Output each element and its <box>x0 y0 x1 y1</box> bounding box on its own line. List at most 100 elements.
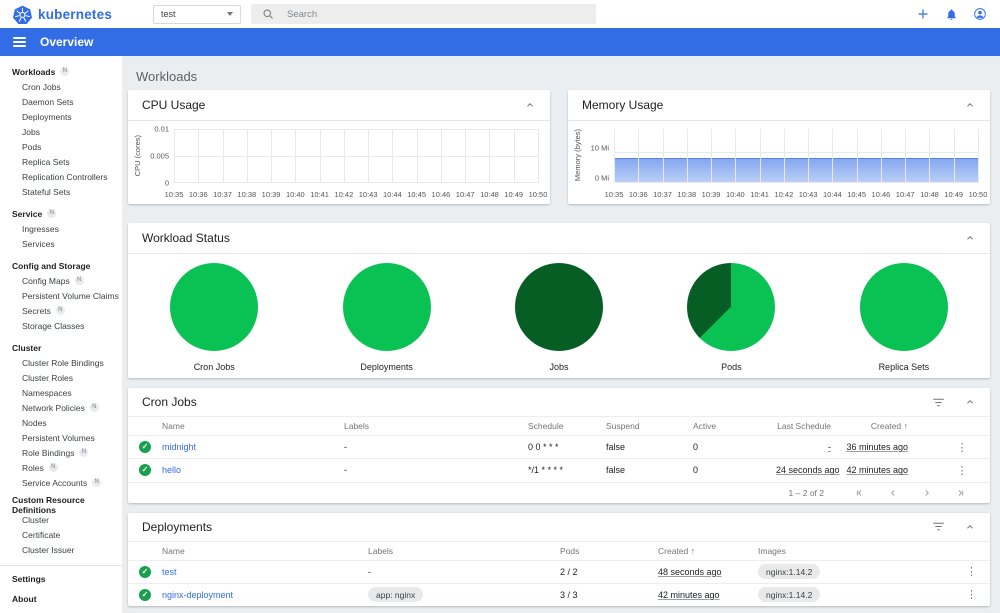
sidebar-item-namespaces[interactable]: Namespaces <box>0 385 122 400</box>
chevron-right-icon[interactable] <box>922 488 932 498</box>
deployments-card: Deployments Name Labels Pods Created ↑ I… <box>128 512 990 606</box>
column-header-suspend[interactable]: Suspend <box>606 416 693 436</box>
item-label: Daemon Sets <box>22 96 74 107</box>
column-header-created[interactable]: Created <box>658 540 758 560</box>
schedule-cell: 0 0 * * * <box>528 435 606 459</box>
sidebar-item-pods[interactable]: Pods <box>0 139 122 154</box>
resource-link[interactable]: test <box>162 567 177 577</box>
sidebar-item-cron-jobs[interactable]: Cron Jobs <box>0 79 122 94</box>
column-header-name[interactable]: Name <box>162 416 344 436</box>
chevron-up-icon[interactable] <box>522 97 538 113</box>
create-plus-icon[interactable] <box>916 7 930 21</box>
item-label: Namespaces <box>22 387 72 398</box>
first-page-icon[interactable] <box>854 488 864 498</box>
sidebar-item-ingresses[interactable]: Ingresses <box>0 221 122 236</box>
column-header-name[interactable]: Name <box>162 540 368 560</box>
item-label: Network Policies <box>22 402 85 413</box>
sort-arrow-up-icon <box>691 546 696 556</box>
hamburger-menu-icon[interactable] <box>13 37 26 47</box>
vertical-dots-icon[interactable]: ⋮ <box>934 458 990 482</box>
sidebar-item-config-maps[interactable]: Config Maps N <box>0 273 122 288</box>
last-page-icon[interactable] <box>956 488 966 498</box>
sidebar-item-role-bindings[interactable]: Role Bindings N <box>0 445 122 460</box>
column-header-active[interactable]: Active <box>693 416 776 436</box>
column-header-labels[interactable]: Labels <box>344 416 528 436</box>
sidebar-item-crd-certificate[interactable]: Certificate <box>0 527 122 542</box>
chevron-up-icon[interactable] <box>962 519 978 535</box>
brand[interactable]: kubernetes <box>0 5 112 24</box>
pods-pie-chart <box>687 263 776 351</box>
item-label: Ingresses <box>22 223 59 234</box>
last-schedule-cell: 24 seconds ago <box>776 465 840 476</box>
sidebar-item-roles[interactable]: Roles N <box>0 460 122 475</box>
chevron-left-icon[interactable] <box>888 488 898 498</box>
namespace-selector[interactable]: test <box>153 4 242 24</box>
sidebar-item-cluster-roles[interactable]: Cluster Roles <box>0 370 122 385</box>
namespaced-badge: N <box>55 306 65 315</box>
column-header-label: Created <box>658 545 689 556</box>
column-header-pods[interactable]: Pods <box>560 540 658 560</box>
replica-sets-pie-chart <box>859 263 948 351</box>
deployment-row-nginx-deployment[interactable]: nginx-deployment app: nginx 3 / 3 42 min… <box>128 582 990 606</box>
cron-job-row-hello[interactable]: hello - */1 * * * * false 0 24 seconds a… <box>128 458 990 482</box>
sidebar-item-replication-controllers[interactable]: Replication Controllers <box>0 169 122 184</box>
column-header-labels[interactable]: Labels <box>368 540 560 560</box>
section-label: Service <box>12 208 43 219</box>
chevron-up-icon[interactable] <box>962 97 978 113</box>
namespace-value: test <box>161 9 176 19</box>
sidebar-item-service-accounts[interactable]: Service Accounts N <box>0 475 122 490</box>
filter-list-icon[interactable] <box>929 518 948 535</box>
sidebar-item-persistent-volume-claims[interactable]: Persistent Volume ClaimsN <box>0 288 122 303</box>
resource-link[interactable]: midnight <box>162 442 196 452</box>
sidebar-item-cluster-role-bindings[interactable]: Cluster Role Bindings <box>0 355 122 370</box>
sidebar-item-services[interactable]: Services <box>0 236 122 251</box>
sidebar-item-jobs[interactable]: Jobs <box>0 124 122 139</box>
sidebar-item-nodes[interactable]: Nodes <box>0 415 122 430</box>
deployment-row-test[interactable]: test - 2 / 2 48 seconds ago nginx:1.14.2… <box>128 559 990 583</box>
section-label: Workloads <box>12 66 56 77</box>
card-title: Memory Usage <box>582 98 664 112</box>
vertical-dots-icon[interactable]: ⋮ <box>953 582 990 606</box>
sidebar-section-config-and-storage: Config and Storage <box>0 258 122 273</box>
item-label: Cluster Issuer <box>22 544 75 555</box>
chevron-up-icon[interactable] <box>962 230 978 246</box>
resource-link[interactable]: hello <box>162 465 181 475</box>
namespaced-badge: N <box>79 448 89 457</box>
sidebar-item-about[interactable]: About <box>0 591 122 606</box>
sidebar-item-network-policies[interactable]: Network Policies N <box>0 400 122 415</box>
sidebar-item-crd-cluster-issuer[interactable]: Cluster Issuer <box>0 542 122 557</box>
notifications-bell-icon[interactable] <box>945 8 958 21</box>
labels-cell: - <box>344 435 528 459</box>
item-label: Replication Controllers <box>22 171 108 182</box>
column-header-created[interactable]: Created <box>846 416 934 436</box>
chevron-up-icon[interactable] <box>962 394 978 410</box>
created-cell: 42 minutes ago <box>846 465 908 476</box>
sidebar-item-stateful-sets[interactable]: Stateful Sets <box>0 184 122 199</box>
sidebar-item-settings[interactable]: Settings <box>0 571 122 586</box>
vertical-dots-icon[interactable]: ⋮ <box>953 559 990 583</box>
sidebar-item-deployments[interactable]: Deployments <box>0 109 122 124</box>
search-bar[interactable] <box>251 4 597 24</box>
section-label: Custom Resource Definitions <box>12 494 85 515</box>
search-input[interactable] <box>287 8 586 20</box>
item-label: Certificate <box>22 529 61 540</box>
account-circle-icon[interactable] <box>973 7 987 21</box>
column-header-last-schedule[interactable]: Last Schedule <box>776 416 846 436</box>
column-header-images[interactable]: Images <box>758 540 953 560</box>
sidebar-item-secrets[interactable]: Secrets N <box>0 303 122 318</box>
sidebar-item-persistent-volumes[interactable]: Persistent Volumes <box>0 430 122 445</box>
sidebar-item-storage-classes[interactable]: Storage Classes <box>0 318 122 333</box>
sidebar-item-replica-sets[interactable]: Replica Sets <box>0 154 122 169</box>
last-schedule-cell: - <box>828 442 831 452</box>
sidebar-item-daemon-sets[interactable]: Daemon Sets <box>0 94 122 109</box>
vertical-dots-icon[interactable]: ⋮ <box>934 435 990 459</box>
resource-link[interactable]: nginx-deployment <box>162 590 233 600</box>
item-label: Nodes <box>22 417 47 428</box>
namespaced-badge: N <box>92 478 102 487</box>
filter-list-icon[interactable] <box>929 394 948 411</box>
pie-label: Replica Sets <box>878 362 930 372</box>
cron-jobs-card: Cron Jobs Name Labels Schedule Suspend A… <box>128 388 990 503</box>
column-header-schedule[interactable]: Schedule <box>528 416 606 436</box>
cron-job-row-midnight[interactable]: midnight - 0 0 * * * false 0 - 36 minute… <box>128 435 990 459</box>
check-circle-icon <box>139 441 151 453</box>
